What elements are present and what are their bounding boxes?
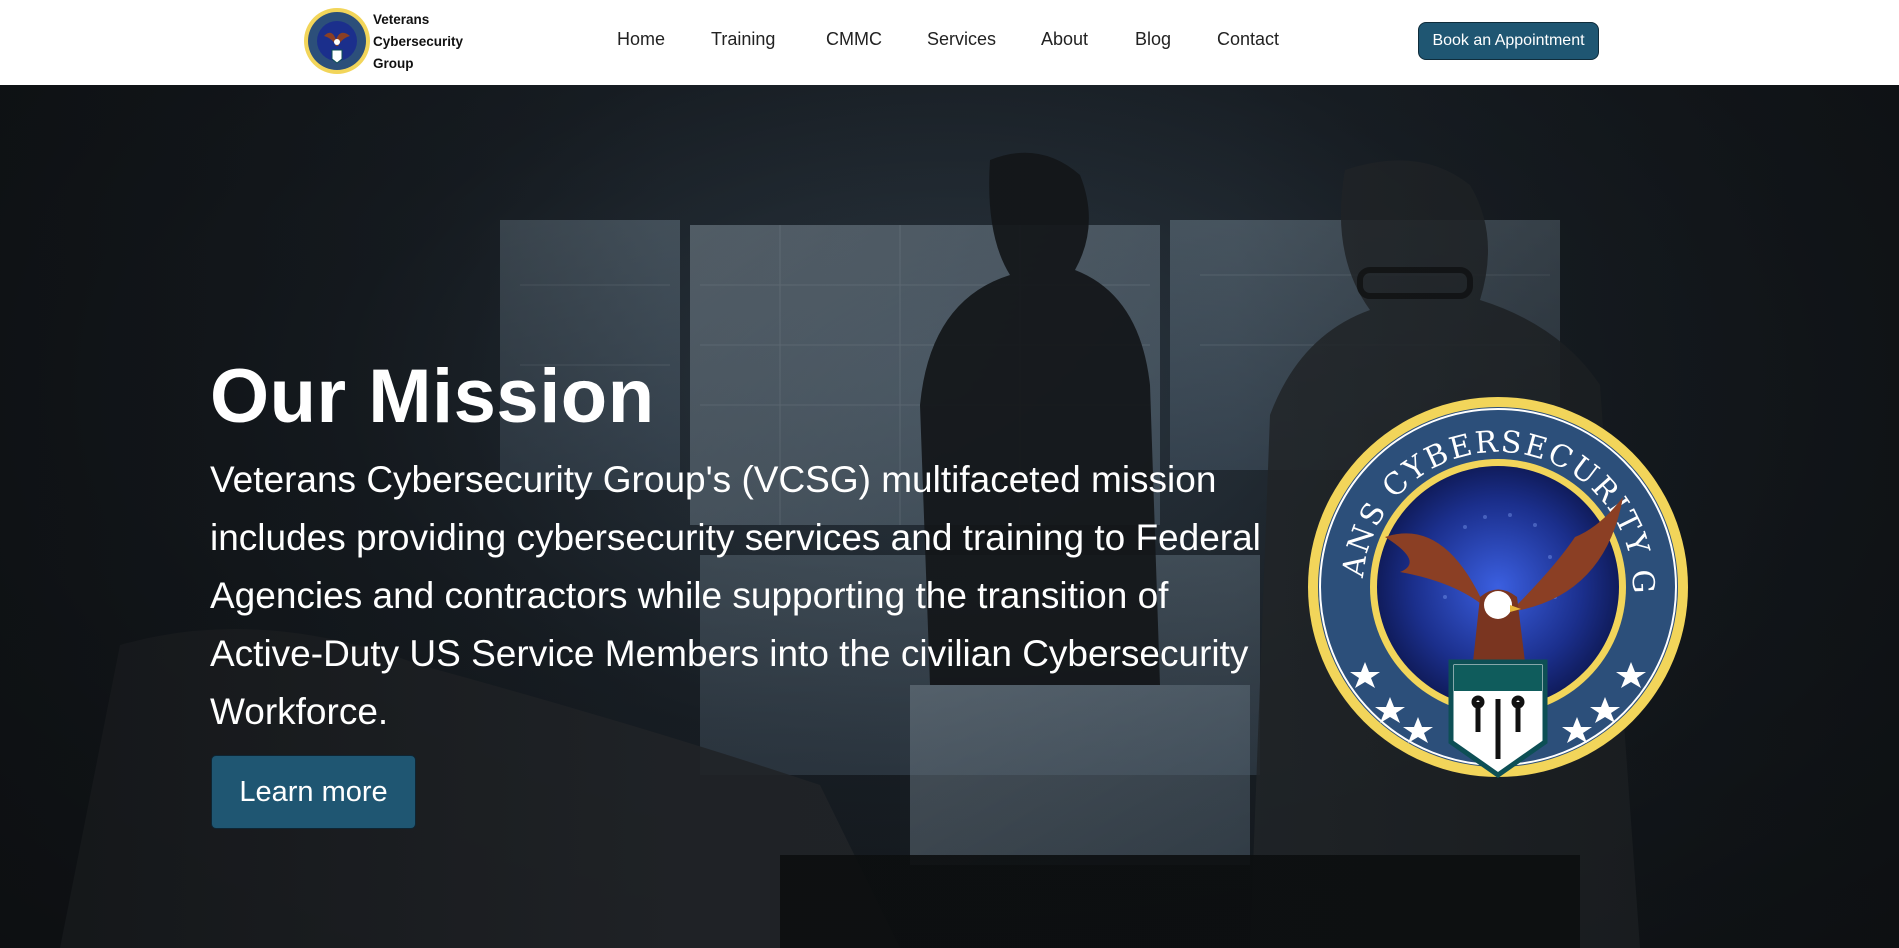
nav-training[interactable]: Training: [711, 29, 775, 50]
logo-seal-icon[interactable]: [302, 6, 372, 76]
brand-line-3: Group: [373, 56, 414, 71]
brand-line-1: Veterans: [373, 12, 430, 27]
hero-title: Our Mission: [210, 354, 655, 439]
learn-more-button[interactable]: Learn more: [211, 755, 416, 829]
nav-services[interactable]: Services: [927, 29, 996, 50]
nav-contact[interactable]: Contact: [1217, 29, 1279, 50]
brand-name[interactable]: Veterans Cybersecurity Group: [373, 9, 463, 75]
hero-mission-text: Veterans Cybersecurity Group's (VCSG) mu…: [210, 459, 1261, 732]
site-header: Veterans Cybersecurity Group Home Traini…: [0, 0, 1899, 85]
hero-section: Our Mission Veterans Cybersecurity Group…: [0, 85, 1899, 948]
nav-cmmc[interactable]: CMMC: [826, 29, 882, 50]
vcsg-seal-image: VETERANS CYBERSECURITY GROUP: [1305, 397, 1688, 779]
book-appointment-button[interactable]: Book an Appointment: [1418, 22, 1599, 60]
nav-home[interactable]: Home: [617, 29, 665, 50]
brand-line-2: Cybersecurity: [373, 34, 464, 49]
nav-blog[interactable]: Blog: [1135, 29, 1171, 50]
nav-about[interactable]: About: [1041, 29, 1088, 50]
